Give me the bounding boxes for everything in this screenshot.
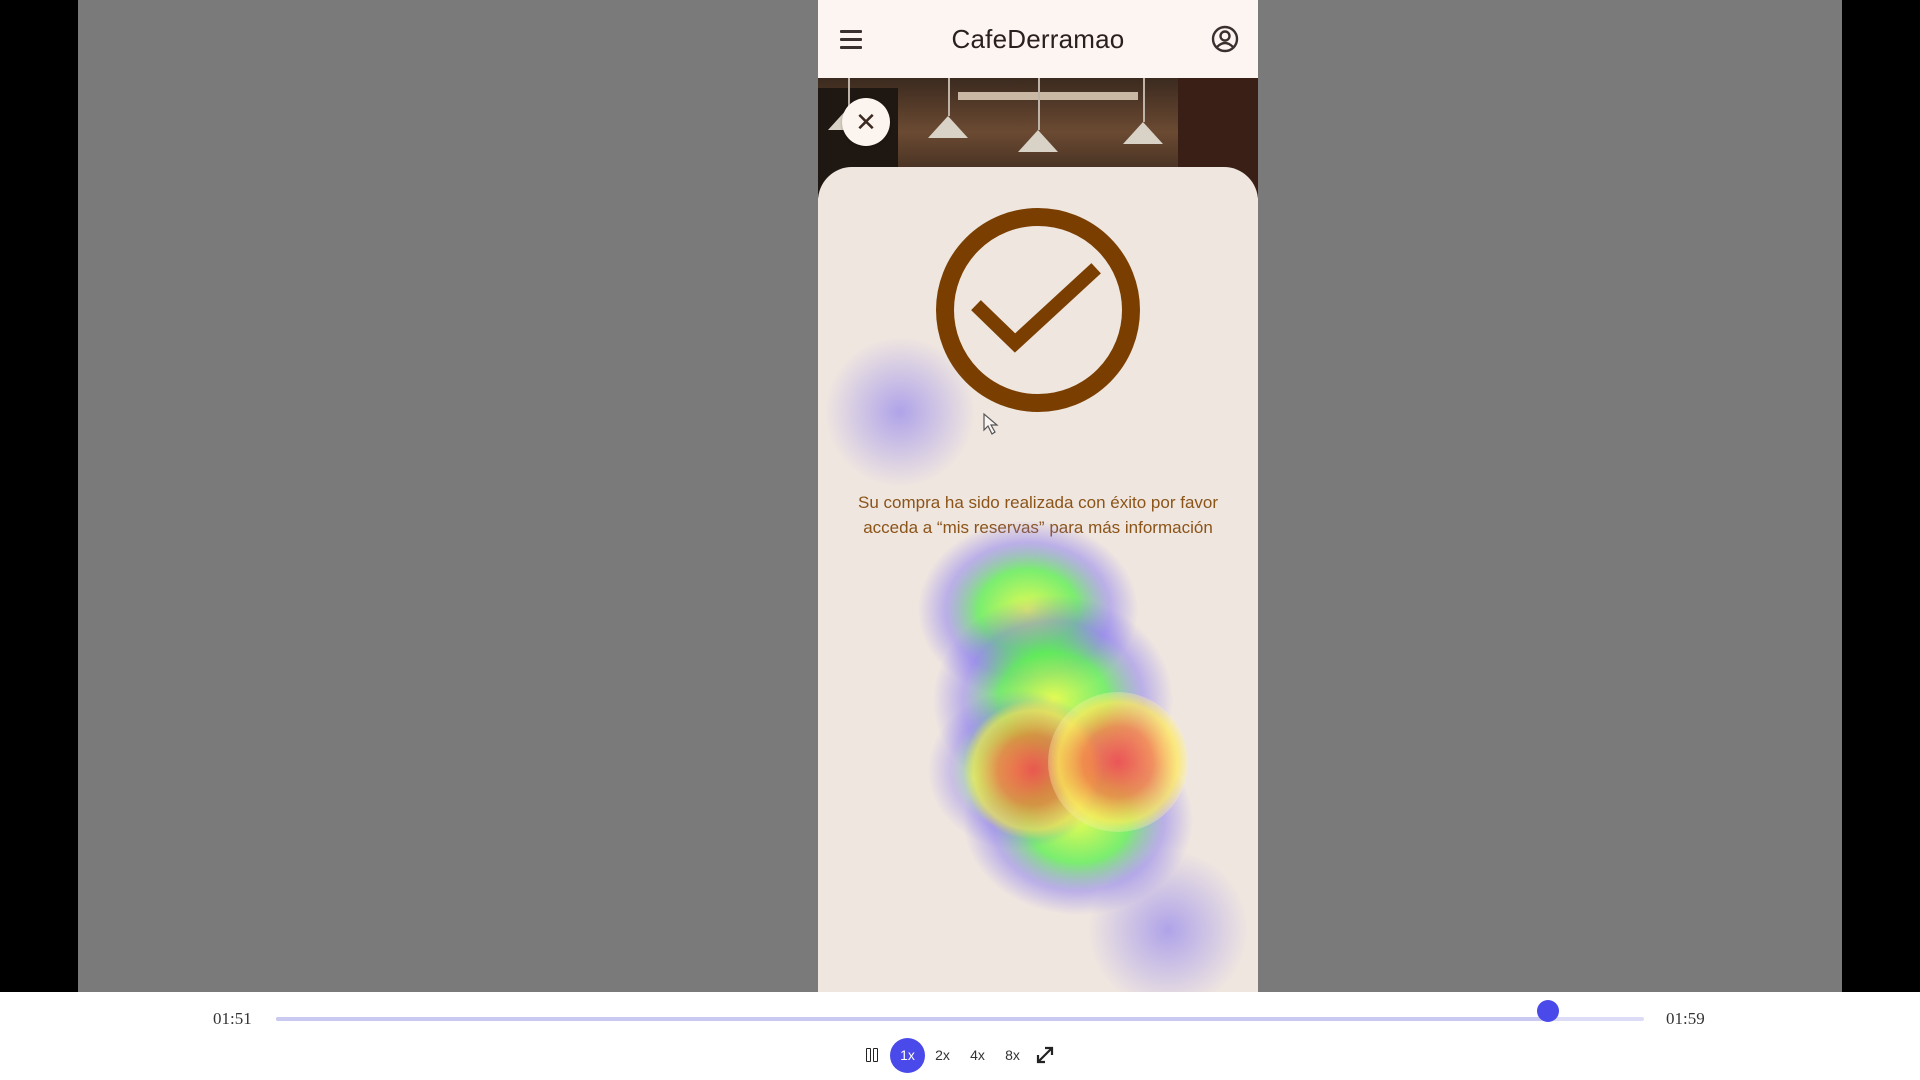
speed-8x-button[interactable]: 8x [995, 1038, 1030, 1073]
check-circle-icon [936, 208, 1140, 412]
app-title: CafeDerramao [951, 23, 1125, 54]
current-time: 01:51 [213, 1009, 252, 1028]
close-icon[interactable]: ✕ [842, 98, 890, 146]
replay-stage: CafeDerramao ✕ Su compra ha sido realiza… [78, 0, 1842, 992]
fullscreen-icon[interactable] [1030, 1040, 1060, 1070]
speed-2x-button[interactable]: 2x [925, 1038, 960, 1073]
playback-buttons: 1x 2x 4x 8x [858, 1037, 1060, 1073]
success-message: Su compra ha sido realizada con éxito po… [838, 490, 1238, 540]
total-time: 01:59 [1666, 1009, 1705, 1028]
account-circle-icon[interactable] [1210, 24, 1240, 54]
success-message-line2: acceda a “mis reservas” para más informa… [863, 518, 1213, 537]
mouse-cursor-icon [983, 412, 999, 435]
phone-viewport: CafeDerramao ✕ Su compra ha sido realiza… [818, 0, 1258, 992]
menu-icon[interactable] [836, 24, 868, 54]
progress-fill [276, 1017, 1549, 1021]
success-message-line1: Su compra ha sido realizada con éxito po… [857, 493, 1219, 512]
speed-1x-button[interactable]: 1x [890, 1037, 925, 1073]
speed-4x-button[interactable]: 4x [960, 1038, 995, 1073]
pause-icon[interactable] [858, 1041, 886, 1069]
app-bar: CafeDerramao [818, 0, 1258, 78]
progress-track[interactable] [276, 1017, 1644, 1021]
